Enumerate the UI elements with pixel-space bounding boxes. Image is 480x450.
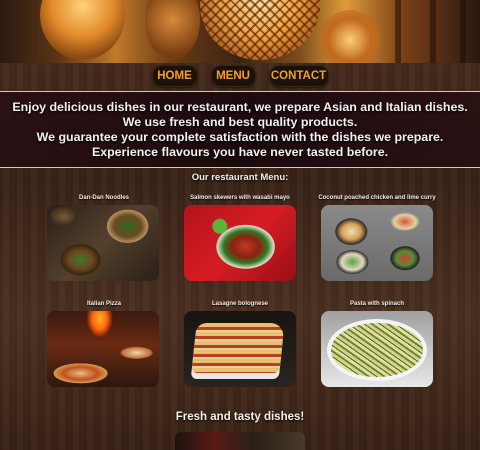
dish-image-italian-pizza[interactable] bbox=[47, 311, 159, 387]
bottom-food-image bbox=[175, 432, 305, 450]
nav-contact-button[interactable]: CONTACT bbox=[268, 65, 329, 87]
hero-image bbox=[0, 0, 480, 63]
intro-line: We use fresh and best quality products. bbox=[122, 114, 358, 129]
dish-name: Coconut poached chicken and lime curry bbox=[318, 195, 436, 201]
dish-image-pasta-spinach[interactable] bbox=[321, 311, 433, 387]
wicker-lamp-image bbox=[200, 0, 320, 60]
intro-line: We guarantee your complete satisfaction … bbox=[36, 129, 444, 144]
dish-image-coconut-chicken[interactable] bbox=[321, 205, 433, 281]
intro-line: Experience flavours you have never taste… bbox=[91, 144, 389, 159]
dish-name: Salmon skewers with wasabi mayo bbox=[190, 195, 290, 201]
beam-decoration bbox=[395, 0, 401, 63]
intro-banner: Enjoy delicious dishes in our restaurant… bbox=[0, 91, 480, 168]
fresh-heading: Fresh and tasty dishes! bbox=[175, 411, 305, 423]
menu-heading: Our restaurant Menu: bbox=[191, 172, 289, 183]
beam-decoration bbox=[460, 0, 466, 63]
intro-line: Enjoy delicious dishes in our restaurant… bbox=[12, 99, 468, 114]
dish-name: Pasta with spinach bbox=[349, 301, 404, 307]
beam-decoration bbox=[430, 0, 436, 63]
main-nav: HOME MENU CONTACT bbox=[0, 65, 480, 87]
dish-name: Lasagne bolognese bbox=[211, 301, 268, 307]
dish-image-dan-dan-noodles[interactable] bbox=[47, 205, 159, 281]
dish-name: Italian Pizza bbox=[86, 301, 121, 307]
lasagne-slice bbox=[191, 323, 285, 373]
dish-image-salmon-skewers[interactable] bbox=[184, 205, 296, 281]
nav-menu-button[interactable]: MENU bbox=[210, 65, 256, 87]
nav-home-button[interactable]: HOME bbox=[151, 65, 198, 87]
lantern-image bbox=[40, 0, 125, 60]
dish-name: Dan-Dan Noodles bbox=[78, 195, 129, 201]
dish-image-lasagne[interactable] bbox=[184, 311, 296, 387]
lantern-image bbox=[320, 10, 380, 63]
lantern-image bbox=[145, 0, 200, 60]
pasta-plate bbox=[327, 319, 427, 381]
